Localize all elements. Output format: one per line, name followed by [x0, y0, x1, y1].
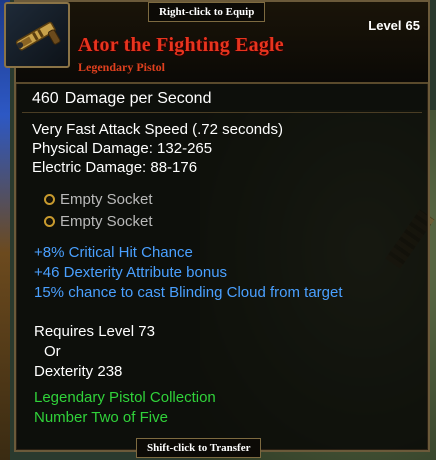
req-or: Or: [44, 343, 61, 360]
affix-dexterity: +46 Dexterity Attribute bonus: [34, 264, 228, 281]
attack-speed: Very Fast Attack Speed (.72 seconds): [32, 121, 283, 138]
level-label: Level: [368, 18, 402, 33]
hud-edge: [0, 0, 10, 460]
level-value: 65: [405, 18, 420, 33]
magic-affixes: +8% Critical Hit Chance +46 Dexterity At…: [34, 243, 343, 303]
weapon-stats: Very Fast Attack Speed (.72 seconds) Phy…: [32, 120, 283, 177]
equip-hint: Right-click to Equip: [148, 2, 266, 22]
affix-crit: +8% Critical Hit Chance: [34, 244, 193, 261]
set-info: Legendary Pistol Collection Number Two o…: [34, 388, 216, 428]
dps-label: Damage per Second: [64, 90, 212, 107]
socket-ring-icon: [44, 215, 55, 227]
electric-damage: Electric Damage: 88-176: [32, 159, 198, 176]
socket-list: Empty Socket Empty Socket: [44, 188, 153, 232]
item-tooltip: Level 65 Ator the Fighting Eagle Legendar…: [4, 0, 430, 452]
requirements: Requires Level 73 Or Dexterity 238: [34, 322, 155, 382]
divider: [22, 112, 422, 113]
transfer-hint: Shift-click to Transfer: [136, 438, 262, 458]
req-dexterity: Dexterity 238: [34, 363, 123, 380]
req-level: Requires Level 73: [34, 323, 155, 340]
socket: Empty Socket: [44, 210, 153, 232]
dps-value: 460: [32, 90, 59, 107]
item-level: Level 65: [368, 18, 420, 33]
set-name: Legendary Pistol Collection: [34, 389, 216, 406]
set-part: Number Two of Five: [34, 409, 168, 426]
physical-damage: Physical Damage: 132-265: [32, 140, 213, 157]
item-type: Legendary Pistol: [78, 60, 165, 74]
affix-blinding-cloud: 15% chance to cast Blinding Cloud from t…: [34, 284, 343, 301]
item-icon-slot[interactable]: [4, 2, 70, 68]
socket: Empty Socket: [44, 188, 153, 210]
socket-label: Empty Socket: [60, 212, 153, 230]
socket-label: Empty Socket: [60, 190, 153, 208]
dps-row: 460 Damage per Second: [22, 88, 422, 110]
socket-ring-icon: [44, 193, 55, 205]
item-name: Ator the Fighting Eagle: [78, 34, 284, 56]
pistol-icon: [15, 21, 61, 51]
